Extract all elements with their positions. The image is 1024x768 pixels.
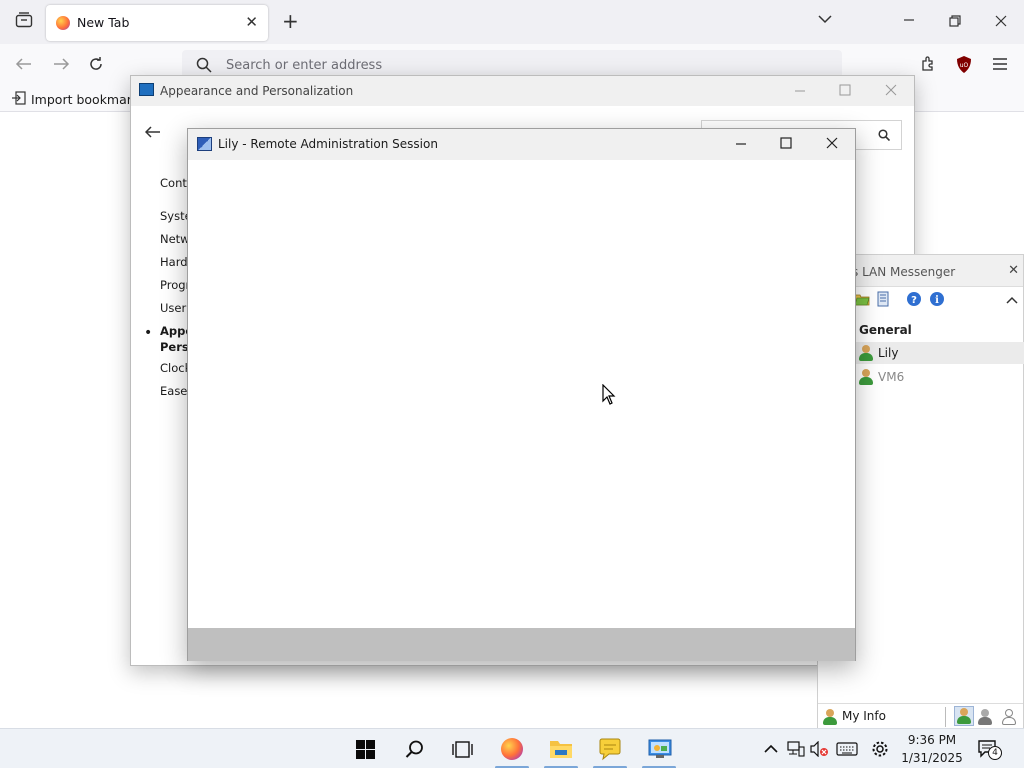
forward-arrow-icon[interactable] — [52, 57, 70, 74]
firefox-icon — [501, 738, 523, 760]
extensions-icon[interactable] — [920, 55, 938, 76]
minimize-button[interactable] — [735, 138, 747, 153]
address-placeholder: Search or enter address — [226, 58, 383, 73]
close-window-button[interactable] — [994, 14, 1008, 31]
back-arrow-icon[interactable] — [15, 57, 33, 74]
status-available-button[interactable] — [954, 706, 974, 726]
search-icon — [878, 129, 891, 144]
import-icon — [12, 91, 26, 108]
taskbar-firefox[interactable] — [492, 729, 532, 768]
sidebar-item-network[interactable]: Netw — [160, 232, 190, 246]
new-tab-button[interactable]: + — [282, 10, 300, 32]
close-tab-icon[interactable]: ✕ — [245, 13, 258, 31]
taskbar: 9:36 PM 1/31/2025 4 — [0, 728, 1024, 768]
status-away-icon[interactable] — [1002, 709, 1016, 725]
search-icon — [196, 57, 212, 76]
clock-date[interactable]: 1/31/2025 — [900, 751, 964, 765]
remote-session-status-bar — [188, 628, 855, 661]
messenger-status-bar: My Info — [818, 703, 1023, 729]
taskbar-control-panel[interactable] — [639, 729, 679, 768]
windows-start-icon — [356, 740, 375, 762]
hamburger-menu-icon[interactable] — [992, 57, 1008, 74]
my-info-icon — [823, 709, 837, 725]
user-online-icon — [859, 345, 873, 361]
mouse-cursor-icon — [602, 383, 616, 409]
maximize-button[interactable] — [780, 137, 792, 152]
speaker-muted-icon[interactable] — [810, 740, 830, 760]
maximize-button[interactable] — [839, 84, 851, 99]
minimize-button[interactable] — [794, 85, 806, 100]
remote-session-title: Lily - Remote Administration Session — [218, 137, 438, 151]
start-button[interactable] — [345, 729, 385, 768]
clock-time[interactable]: 9:36 PM — [904, 733, 960, 747]
search-icon — [405, 740, 424, 762]
group-general[interactable]: General — [859, 323, 912, 337]
user-offline-icon — [859, 369, 873, 385]
back-arrow-icon[interactable] — [144, 125, 161, 142]
my-info-button[interactable]: My Info — [842, 709, 886, 723]
svg-text:i: i — [935, 295, 939, 306]
status-busy-icon[interactable] — [978, 709, 992, 725]
help-icon[interactable]: ? — [906, 291, 922, 310]
ublock-origin-icon[interactable]: uO — [955, 55, 973, 77]
reload-icon[interactable] — [88, 56, 104, 75]
control-panel-icon — [648, 739, 672, 762]
restore-button[interactable] — [948, 14, 962, 31]
search-button[interactable] — [394, 729, 434, 768]
list-all-tabs-icon[interactable] — [15, 12, 33, 28]
chevron-up-icon[interactable] — [764, 743, 778, 757]
selected-bullet: • — [144, 325, 153, 341]
minimize-button[interactable] — [902, 13, 916, 30]
notification-count-badge: 4 — [988, 746, 1002, 760]
chat-bubble-icon — [599, 737, 621, 764]
user-name: Lily — [878, 346, 899, 360]
tab-title: New Tab — [77, 15, 130, 30]
history-icon[interactable] — [876, 291, 890, 310]
lan-messenger-title: s LAN Messenger — [852, 265, 956, 279]
gear-icon[interactable] — [871, 740, 889, 761]
close-window-button[interactable] — [826, 137, 838, 152]
close-window-button[interactable] — [885, 84, 897, 99]
control-panel-titlebar[interactable]: Appearance and Personalization — [131, 76, 914, 106]
sidebar-item-programs[interactable]: Progr — [160, 278, 190, 292]
task-view-button[interactable] — [442, 729, 482, 768]
notifications-button[interactable]: 4 — [978, 740, 1002, 761]
remote-session-window: Lily - Remote Administration Session — [187, 128, 856, 661]
user-name: VM6 — [878, 370, 905, 384]
control-panel-title: Appearance and Personalization — [160, 84, 354, 98]
remote-session-icon — [197, 137, 212, 151]
firefox-icon — [56, 16, 70, 30]
keyboard-icon[interactable] — [836, 742, 858, 759]
remote-session-titlebar[interactable]: Lily - Remote Administration Session — [188, 129, 855, 160]
close-window-button[interactable]: ✕ — [1008, 263, 1019, 278]
chevron-up-icon[interactable] — [1006, 293, 1018, 307]
open-folder-icon[interactable] — [854, 292, 870, 309]
control-panel-icon — [139, 83, 154, 96]
taskbar-file-explorer[interactable] — [541, 729, 581, 768]
taskbar-lan-messenger[interactable] — [590, 729, 630, 768]
network-icon[interactable] — [787, 741, 805, 760]
divider — [945, 707, 946, 727]
info-icon[interactable]: i — [929, 291, 945, 310]
tab-new-tab[interactable]: New Tab ✕ — [46, 5, 268, 41]
chevron-down-icon[interactable] — [818, 12, 832, 28]
folder-icon — [549, 739, 573, 762]
remote-desktop-viewport[interactable] — [188, 160, 855, 628]
task-view-icon — [452, 741, 473, 761]
svg-text:uO: uO — [960, 62, 969, 69]
svg-text:?: ? — [911, 295, 917, 306]
